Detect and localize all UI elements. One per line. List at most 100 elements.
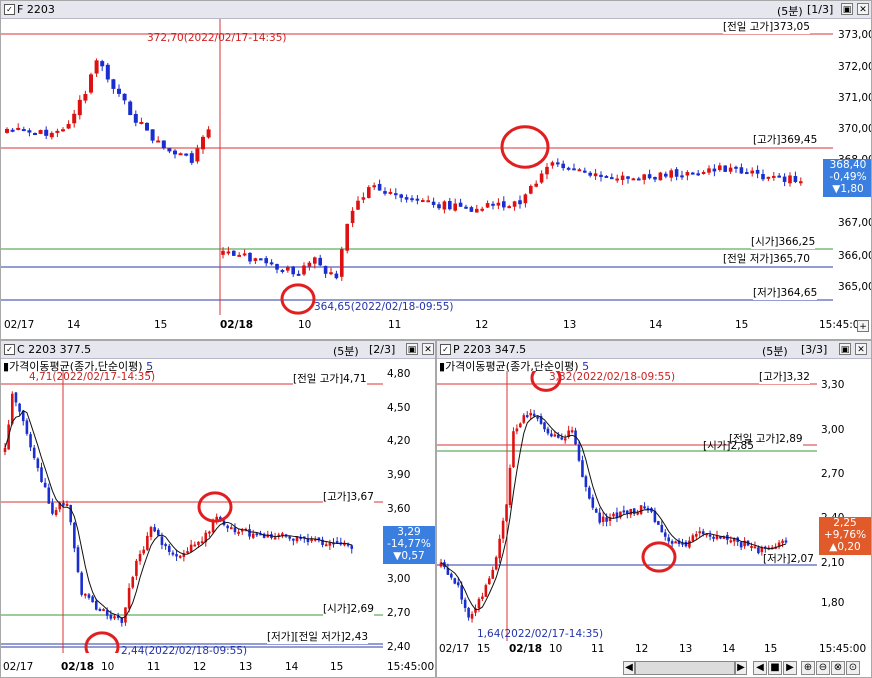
- candle-body: [458, 202, 463, 207]
- candle-body: [66, 124, 71, 129]
- y-tick: 372,00: [838, 61, 872, 73]
- candle-body: [448, 201, 452, 210]
- candle-body: [65, 503, 69, 506]
- candle-body: [233, 527, 237, 533]
- candle-body: [453, 203, 457, 211]
- candle-body: [657, 521, 660, 525]
- next-page-icon[interactable]: ▶: [783, 661, 797, 675]
- candlestick-chart-put[interactable]: [437, 371, 817, 641]
- y-tick: 3,00: [821, 424, 845, 436]
- restore-icon[interactable]: ▣: [839, 343, 851, 355]
- candle-body: [577, 444, 581, 461]
- candle-body: [72, 113, 77, 124]
- restore-icon[interactable]: ▣: [406, 343, 418, 355]
- panel-check-icon[interactable]: ✓: [440, 344, 451, 355]
- candle-body: [680, 175, 684, 178]
- candle-body: [149, 527, 153, 537]
- candle-body: [577, 169, 582, 172]
- candle-body: [522, 415, 526, 423]
- candle-body: [367, 187, 371, 198]
- candle-body: [324, 544, 328, 547]
- x-tick: 11: [591, 643, 605, 655]
- x-tick: 14: [285, 661, 299, 673]
- candle-body: [54, 510, 58, 516]
- scrollbar-track[interactable]: [635, 661, 735, 675]
- panel-page: [1/3]: [807, 3, 834, 16]
- scroll-right-button[interactable]: ▶: [735, 661, 747, 675]
- chart-panel-futures[interactable]: ✓ F 2203 (5분) [1/3] ▣ ✕ 373,00 372,00 37…: [0, 0, 872, 340]
- candle-body: [415, 198, 420, 201]
- candle-body: [529, 185, 533, 194]
- zoom-out-icon[interactable]: ⊖: [816, 661, 830, 675]
- highlight-circle: [197, 491, 233, 523]
- x-tick: 02/18: [61, 661, 95, 673]
- highlight-circle: [84, 631, 120, 653]
- zoom-reset-icon[interactable]: ⊗: [831, 661, 845, 675]
- candle-body: [660, 524, 664, 533]
- high-annotation: 4,71(2022/02/17-14:35): [29, 371, 156, 383]
- close-icon[interactable]: ✕: [857, 3, 869, 15]
- candle-body: [470, 613, 474, 619]
- candle-body: [307, 262, 312, 267]
- panel-check-icon[interactable]: ✓: [4, 4, 15, 15]
- candle-body: [626, 176, 630, 179]
- candle-body: [464, 206, 468, 209]
- candle-body: [73, 522, 76, 549]
- y-tick: 4,80: [387, 368, 411, 380]
- x-tick: 02/17: [3, 661, 34, 673]
- candle-body: [201, 136, 205, 150]
- scroll-left-button[interactable]: ◀: [623, 661, 635, 675]
- axis-expand-icon[interactable]: +: [857, 320, 869, 332]
- candle-body: [643, 506, 646, 509]
- x-tick: 11: [388, 319, 402, 331]
- candle-body: [539, 173, 544, 183]
- candle-body: [237, 531, 240, 534]
- candle-body: [491, 569, 495, 579]
- candle-body: [583, 170, 587, 173]
- candle-body: [450, 573, 453, 578]
- candlestick-chart-futures[interactable]: [1, 19, 833, 315]
- candle-body: [632, 508, 636, 514]
- candle-body: [507, 206, 511, 209]
- candle-body: [502, 201, 506, 208]
- candle-body: [329, 272, 333, 275]
- badge-price: 368,40: [829, 159, 867, 171]
- x-tick: 12: [193, 661, 207, 673]
- candle-body: [739, 542, 743, 548]
- candle-body: [164, 544, 167, 547]
- zoom-fit-icon[interactable]: ⊙: [846, 661, 860, 675]
- candle-body: [232, 250, 236, 256]
- chart-panel-call[interactable]: ✓ C 2203 377.5 (5분) [2/3] ▣ ✕ ▮가격이동평균(종가…: [0, 340, 436, 678]
- prev-page-icon[interactable]: ◀: [753, 661, 767, 675]
- y-tick: 3,00: [387, 573, 411, 585]
- zoom-in-icon[interactable]: ⊕: [801, 661, 815, 675]
- candle-body: [33, 133, 37, 136]
- y-tick: 371,00: [838, 92, 872, 104]
- candle-body: [335, 541, 339, 544]
- close-icon[interactable]: ✕: [855, 343, 867, 355]
- badge-percent: -0,49%: [829, 171, 867, 183]
- chart-panel-put[interactable]: ✓ P 2203 347.5 (5분) [3/3] ▣ ✕ ▮가격이동평균(종가…: [436, 340, 872, 678]
- restore-icon[interactable]: ▣: [841, 3, 853, 15]
- candle-body: [113, 616, 116, 619]
- candle-body: [598, 512, 601, 523]
- close-icon[interactable]: ✕: [422, 343, 434, 355]
- candle-body: [581, 460, 584, 478]
- candle-body: [485, 203, 490, 208]
- candle-body: [221, 250, 225, 255]
- x-tick: 10: [298, 319, 312, 331]
- candle-body: [442, 201, 447, 210]
- candle-body: [799, 181, 803, 184]
- candle-body: [653, 177, 657, 180]
- stop-icon[interactable]: ■: [768, 661, 782, 675]
- high-tag: [고가]369,45: [753, 132, 818, 147]
- candle-body: [100, 61, 105, 67]
- highlight-circle: [641, 541, 677, 573]
- candle-body: [691, 172, 695, 175]
- candle-body: [793, 175, 798, 183]
- candle-body: [636, 512, 639, 515]
- x-tick: 15: [735, 319, 749, 331]
- panel-check-icon[interactable]: ✓: [4, 344, 15, 355]
- candle-body: [157, 529, 160, 536]
- badge-price: 3,29: [397, 526, 421, 538]
